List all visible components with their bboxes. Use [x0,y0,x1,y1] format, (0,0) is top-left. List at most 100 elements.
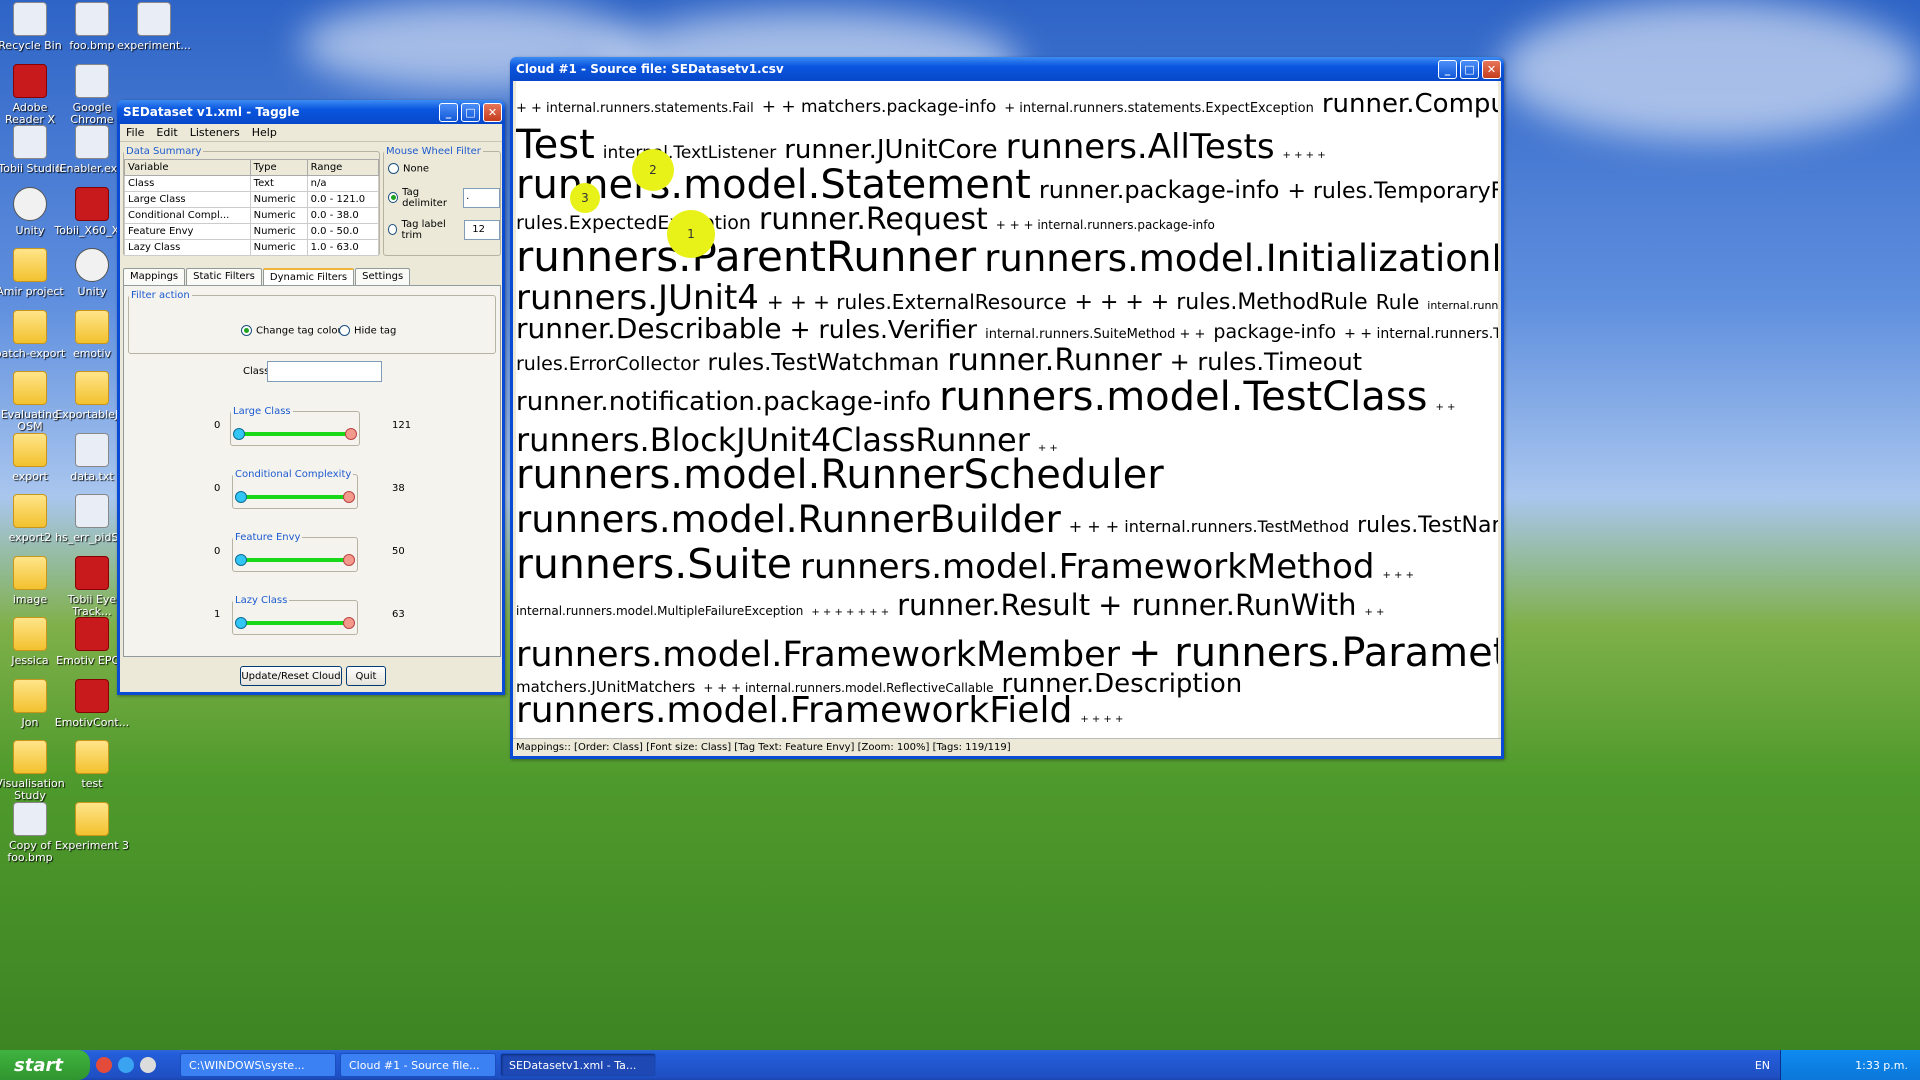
slider-max-handle[interactable] [345,428,357,440]
cloud-tag[interactable]: rules.TestWatchman [708,350,940,376]
tab-settings[interactable]: Settings [355,268,411,285]
cloud-tag[interactable]: internal.runners.SuiteMethod + + [985,327,1205,342]
tab-static-filters[interactable]: Static Filters [186,268,262,285]
slider-min-handle[interactable] [235,617,247,629]
cloud-tag[interactable]: + + + + [1283,150,1326,161]
cloud-tag[interactable]: + + internal.runners.TestClass + [1344,326,1498,342]
slider-max-handle[interactable] [343,491,355,503]
clock[interactable]: 1:33 p.m. [1855,1059,1908,1072]
slider-min-handle[interactable] [235,554,247,566]
cloud-tag[interactable]: + rules.TemporaryFolder [1287,179,1498,204]
radio-none[interactable] [388,163,399,174]
cloud-tag[interactable]: runners.model.FrameworkMember [516,635,1120,675]
cloud-tag[interactable]: + + [1435,402,1455,413]
minimize-icon[interactable]: _ [439,102,458,122]
range-slider[interactable] [233,484,357,510]
menu-help[interactable]: Help [246,126,283,139]
slider-min-handle[interactable] [235,491,247,503]
desktop-icon[interactable]: experiment... [116,2,192,52]
taskbar-item-cloud[interactable]: Cloud #1 - Source file... [340,1053,496,1077]
cloud-tag[interactable]: + + + [1382,570,1414,581]
cloud-tag[interactable]: + runner.RunWith [1098,588,1356,622]
cloud-tag[interactable]: + rules.Timeout [1170,348,1362,376]
cloud-tag[interactable]: + internal.runners.statements.ExpectExce… [1004,101,1314,116]
desktop-icon[interactable]: test [54,740,130,790]
cloud-tag[interactable]: + + + + + + + [811,607,889,618]
cloud-tag[interactable]: runners.model.RunnerBuilder [516,498,1061,541]
cloud-tag[interactable]: rules.ExpectedException [516,212,751,234]
opt-hide-tag[interactable]: Hide tag [339,325,396,337]
radio-tag-delimiter[interactable] [388,192,399,203]
slider-max-handle[interactable] [343,617,355,629]
cloud-tag[interactable]: runners.JUnit4 [516,278,759,318]
cloud-tag[interactable]: + + [1364,607,1384,618]
cloud-tag[interactable]: + + + + rules.MethodRule [1075,290,1368,315]
table-row[interactable]: Class Text n/a [124,175,380,192]
cloud-tag[interactable]: + rules.Verifier [790,315,978,344]
close-icon[interactable]: ✕ [1482,59,1501,79]
bubble-2[interactable]: 2 [632,149,674,191]
cloud-tag[interactable]: runners.model.FrameworkMethod [800,547,1374,587]
opt-change-colour[interactable]: Change tag colour [241,325,348,337]
explorer-icon[interactable] [140,1057,156,1073]
cloud-tag[interactable]: internal.runners.model.EachTestNotifier [1427,299,1498,312]
cloud-tag[interactable]: + + internal.runners.statements.Fail [516,101,754,116]
col-range[interactable]: Range [306,159,380,176]
update-reset-cloud-button[interactable]: Update/Reset Cloud [240,666,342,686]
desktop-icon[interactable]: Experiment 3 [54,801,130,852]
cloud-tag[interactable]: + + + internal.runners.model.ReflectiveC… [703,681,993,695]
col-variable[interactable]: Variable [124,159,251,176]
cloud-tag[interactable]: + + matchers.package-info [762,97,997,117]
tag-delimiter-input[interactable]: . [463,187,500,208]
cloud-tag[interactable]: + + + rules.ExternalResource [767,290,1067,314]
bubble-3[interactable]: 3 [570,183,600,213]
cloud-tag[interactable]: runners.model.InitializationError [984,237,1498,280]
slider-min-handle[interactable] [233,428,245,440]
close-icon[interactable]: ✕ [483,102,502,122]
chrome-icon[interactable] [96,1057,112,1073]
mw-delimiter-row[interactable]: Tag delimiter. [388,187,500,209]
mw-trim-row[interactable]: Tag label trim 12 [388,219,500,241]
range-slider[interactable] [233,610,357,636]
col-type[interactable]: Type [249,159,308,176]
start-button[interactable]: start [0,1050,90,1080]
cloud-tag[interactable]: rules.TestName [1357,513,1498,538]
range-slider[interactable] [233,547,357,573]
taggle-titlebar[interactable]: SEDataset v1.xml - Taggle _ □ ✕ [117,100,505,124]
cloud-tag[interactable]: runner.notification.package-info [516,387,931,417]
cloud-tag[interactable]: runner.Runner [947,343,1161,378]
taskbar-item-taggle[interactable]: SEDatasetv1.xml - Ta... [500,1053,656,1077]
quit-button[interactable]: Quit [346,666,386,686]
cloud-tag[interactable]: runner.package-info [1039,176,1280,204]
cloud-titlebar[interactable]: Cloud #1 - Source file: SEDatasetv1.csv … [510,57,1504,81]
table-row[interactable]: Feature Envy Numeric 0.0 - 50.0 [124,223,380,240]
radio-change-colour[interactable] [241,325,252,336]
cloud-tag[interactable]: runners.BlockJUnit4ClassRunner [516,421,1030,459]
cloud-tag[interactable]: runner.JUnitCore [784,135,997,165]
radio-hide-tag[interactable] [339,325,350,336]
menu-listeners[interactable]: Listeners [184,126,246,139]
class-input[interactable] [267,361,382,382]
cloud-tag[interactable]: Test [516,122,595,168]
cloud-tag[interactable]: + + [1038,443,1058,454]
cloud-tag[interactable]: matchers.JUnitMatchers [516,678,695,696]
taskbar-item-cmd[interactable]: C:\WINDOWS\syste... [180,1053,336,1077]
cloud-tag[interactable]: runners.AllTests [1006,127,1275,167]
mw-none-row[interactable]: None [388,163,500,175]
maximize-icon[interactable]: □ [1460,59,1479,79]
tag-label-trim-spinner[interactable]: 12 [464,219,500,240]
table-row[interactable]: Lazy Class Numeric 1.0 - 63.0 [124,239,380,256]
cloud-tag[interactable]: + + + internal.runners.package-info [996,218,1215,232]
cloud-tag[interactable]: runners.Suite [516,540,792,588]
cloud-tag[interactable]: Rule [1376,290,1420,314]
radio-tag-label-trim[interactable] [388,224,398,235]
language-indicator[interactable]: EN [1755,1059,1770,1072]
bubble-1[interactable]: 1 [667,210,715,258]
cloud-tag[interactable]: runners.ParentRunner [516,232,976,281]
tab-dynamic-filters[interactable]: Dynamic Filters [262,268,355,285]
maximize-icon[interactable]: □ [461,102,480,122]
slider-max-handle[interactable] [343,554,355,566]
table-row[interactable]: Conditional Compl... Numeric 0.0 - 38.0 [124,207,380,224]
cloud-tag[interactable]: internal.TextListener [603,143,776,163]
cloud-tag[interactable]: runner.Result [897,588,1090,622]
